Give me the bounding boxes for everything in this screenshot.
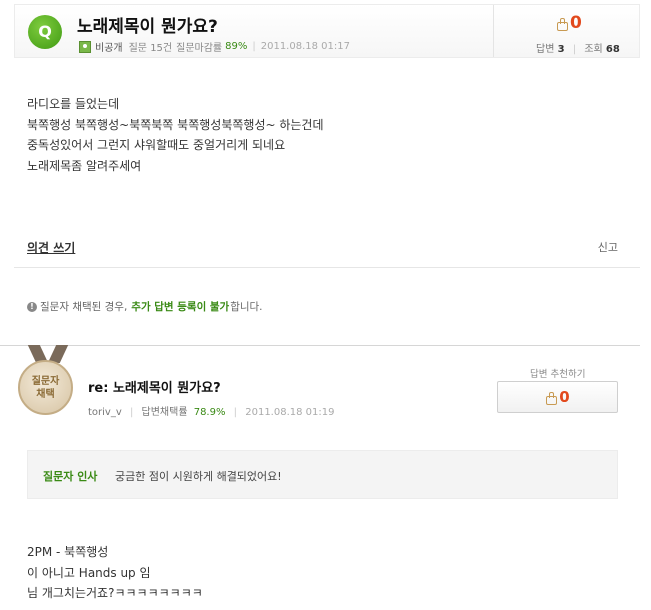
notice-highlight: 추가 답변 등록이 불가 <box>131 301 230 313</box>
report-link[interactable]: 신고 <box>598 239 618 255</box>
question-body-line: 노래제목좀 알려주세여 <box>27 158 142 173</box>
question-like-count: 0 <box>570 13 582 33</box>
greeting-label: 질문자 인사 <box>43 470 98 483</box>
asker-greeting-box: 질문자 인사 궁금한 점이 시원하게 해결되었어요! <box>27 450 618 499</box>
answer-meta: toriv_v | 답변채택률 78.9% | 2011.08.18 01:19 <box>88 403 335 418</box>
user-icon <box>79 40 91 53</box>
medal-label-line2: 채택 <box>36 388 55 400</box>
close-rate: 89% <box>225 41 248 52</box>
notice-prefix: 질문자 채택된 경우, <box>40 301 128 313</box>
meta-separator: | <box>233 407 238 418</box>
medal-label-line1: 질문자 <box>31 375 60 387</box>
question-meta: 비공개 질문 15건 질문마감률 89% | 2011.08.18 01:17 <box>79 39 350 54</box>
info-icon: ! <box>27 301 37 312</box>
close-rate-label: 질문마감률 <box>176 43 223 54</box>
answer-divider <box>0 345 640 346</box>
question-header: Q 노래제목이 뭔가요? 비공개 질문 15건 질문마감률 89% | 2011… <box>14 4 640 58</box>
write-opinion-link[interactable]: 의견 쓰기 <box>27 239 75 256</box>
question-body-line: 라디오를 들었는데 <box>27 97 120 111</box>
recommend-label: 답변 추천하기 <box>530 369 586 380</box>
question-title: 노래제목이 뭔가요? <box>77 17 218 37</box>
answer-body-line: 님 개그치는거죠?ㅋㅋㅋㅋㅋㅋㅋㅋ <box>27 586 203 600</box>
question-body-line: 중독성있어서 그런지 샤워할때도 중얼거리게 되네요 <box>27 138 286 152</box>
meta-separator: | <box>252 41 256 52</box>
thumbs-up-icon <box>545 391 558 405</box>
greeting-text: 궁금한 점이 시원하게 해결되었어요! <box>115 470 282 483</box>
adoption-notice: ! 질문자 채택된 경우, 추가 답변 등록이 불가 합니다. <box>27 299 263 314</box>
notice-suffix: 합니다. <box>230 301 263 313</box>
thumbs-up-icon <box>556 17 568 31</box>
answer-count: 3 <box>557 44 565 55</box>
view-label: 조회 <box>584 44 603 55</box>
answer-label: 답변 <box>536 44 555 55</box>
answer-date: 2011.08.18 01:19 <box>245 407 335 418</box>
adopted-medal-icon: 질문자 채택 <box>18 360 73 415</box>
answer-body-line: 2PM - 북쪽행성 <box>27 545 109 559</box>
meta-separator: | <box>129 407 134 418</box>
answer-user[interactable]: toriv_v <box>88 407 122 418</box>
question-body-line: 북쪽행성 북쪽행성~북쪽북쪽 북쪽행성북쪽행성~ 하는건데 <box>27 117 324 132</box>
answer-body: 2PM - 북쪽행성 이 아니고 Hands up 임 님 개그치는거죠?ㅋㅋㅋ… <box>27 542 203 604</box>
answer-title: re: 노래제목이 뭔가요? <box>88 381 221 396</box>
question-badge-icon: Q <box>28 15 62 49</box>
question-counts: 답변 3 | 조회 68 <box>536 40 620 55</box>
question-stats: 0 답변 3 | 조회 68 <box>493 5 640 57</box>
question-body: 라디오를 들었는데 북쪽행성 북쪽행성~북쪽북쪽 북쪽행성북쪽행성~ 하는건데 … <box>27 94 324 176</box>
adopt-rate: 78.9% <box>193 407 226 418</box>
adopt-rate-label: 답변채택률 <box>141 407 188 418</box>
answer-like-count: 0 <box>559 388 570 406</box>
question-count: 질문 15건 <box>128 43 173 54</box>
question-date: 2011.08.18 01:17 <box>260 41 350 52</box>
question-user[interactable]: 비공개 <box>95 39 123 54</box>
recommend-button[interactable]: 0 <box>497 381 618 413</box>
view-count: 68 <box>605 44 620 55</box>
question-like-button[interactable]: 0 <box>556 13 582 33</box>
opinion-row: 의견 쓰기 신고 <box>14 232 640 268</box>
counts-separator: | <box>572 44 577 55</box>
answer-body-line: 이 아니고 Hands up 임 <box>27 565 151 580</box>
